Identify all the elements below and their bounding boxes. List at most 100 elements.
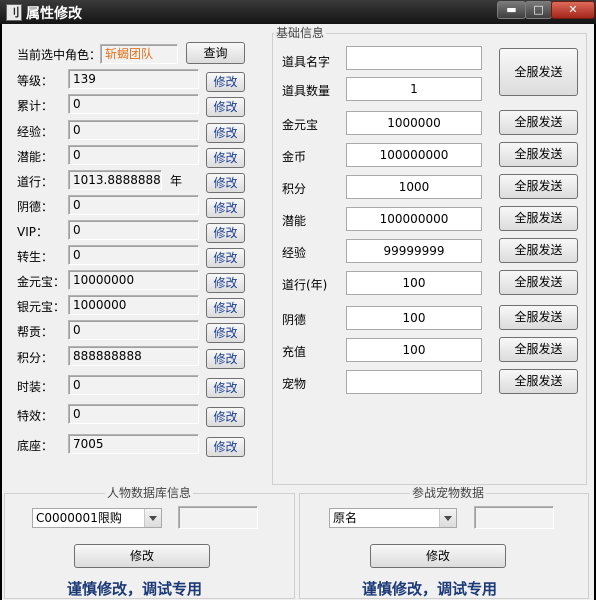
attr-label: 道行： bbox=[17, 175, 54, 189]
pet-db-warning: 谨慎修改，调试专用 bbox=[362, 580, 498, 598]
basic-info-input[interactable] bbox=[346, 370, 482, 394]
app-icon: 刂 bbox=[6, 4, 22, 21]
maximize-button[interactable]: □ bbox=[525, 1, 552, 19]
pet-db-text-field[interactable] bbox=[474, 506, 554, 529]
basic-info-input[interactable]: 99999999 bbox=[346, 239, 482, 263]
attr-modify-button[interactable]: 修改 bbox=[206, 437, 245, 457]
attr-modify-button[interactable]: 修改 bbox=[206, 248, 245, 268]
attr-label: 时装： bbox=[17, 380, 54, 394]
basic-info-input[interactable]: 100 bbox=[346, 306, 482, 330]
send-all-button[interactable]: 全服发送 bbox=[499, 337, 578, 362]
title-bar: 刂 属性修改 ▬ □ ✕ bbox=[0, 0, 596, 24]
attr-modify-button[interactable]: 修改 bbox=[206, 123, 245, 143]
item-name-label: 道具名字 bbox=[282, 55, 331, 69]
attr-modify-button[interactable]: 修改 bbox=[206, 323, 245, 343]
attr-value-field[interactable]: 1013.888888889 bbox=[68, 170, 162, 190]
item-count-input[interactable]: 1 bbox=[346, 77, 482, 101]
attr-value-field[interactable]: 0 bbox=[68, 404, 199, 424]
chevron-down-icon[interactable] bbox=[144, 509, 161, 527]
attr-modify-button[interactable]: 修改 bbox=[206, 148, 245, 168]
attr-value-field[interactable]: 0 bbox=[68, 94, 199, 114]
attr-value-field[interactable]: 0 bbox=[68, 245, 199, 265]
basic-info-label: 金元宝 bbox=[282, 118, 319, 132]
attr-modify-button[interactable]: 修改 bbox=[206, 378, 245, 398]
attr-label: 底座： bbox=[17, 439, 54, 453]
send-all-button[interactable]: 全服发送 bbox=[499, 174, 578, 199]
attr-value-field[interactable]: 0 bbox=[68, 145, 199, 165]
char-db-title: 人物数据库信息 bbox=[105, 486, 194, 500]
basic-info-label: 积分 bbox=[282, 182, 307, 196]
attr-value-field[interactable]: 10000000 bbox=[68, 270, 199, 290]
basic-info-label: 道行(年) bbox=[282, 278, 328, 292]
attr-modify-button[interactable]: 修改 bbox=[206, 273, 245, 293]
attr-label: 帮贡： bbox=[17, 325, 54, 339]
char-db-combo-value: C0000001限购 bbox=[36, 511, 122, 525]
query-button[interactable]: 查询 bbox=[186, 42, 245, 64]
basic-info-input[interactable]: 1000 bbox=[346, 175, 482, 199]
attr-modify-button[interactable]: 修改 bbox=[206, 223, 245, 243]
attr-value-field[interactable]: 7005 bbox=[68, 434, 199, 454]
item-name-input[interactable] bbox=[346, 46, 482, 70]
attr-value-field[interactable]: 0 bbox=[68, 320, 199, 340]
attr-value-field[interactable]: 0 bbox=[68, 375, 199, 395]
send-all-button[interactable]: 全服发送 bbox=[499, 206, 578, 231]
attr-label: 阴德： bbox=[17, 200, 54, 214]
attr-label: 银元宝： bbox=[17, 300, 66, 314]
attr-label: 金元宝： bbox=[17, 275, 66, 289]
attr-value-field[interactable]: 1000000 bbox=[68, 295, 199, 315]
attr-value-field[interactable]: 0 bbox=[68, 220, 199, 240]
window-client: 当前选中角色： 斩蝎团队 查询 等级： 139 修改 累计： 0 修改 经验： 0 修改 潜能： 0… bbox=[2, 24, 594, 600]
attr-label: 累计： bbox=[17, 99, 54, 113]
attr-label: 特效： bbox=[17, 409, 54, 423]
attr-value-field[interactable]: 0 bbox=[68, 120, 199, 140]
item-count-label: 道具数量 bbox=[282, 84, 331, 98]
basic-info-input[interactable]: 100000000 bbox=[346, 143, 482, 167]
chevron-down-icon[interactable] bbox=[439, 509, 456, 527]
basic-info-input[interactable]: 100 bbox=[346, 271, 482, 295]
attr-modify-button[interactable]: 修改 bbox=[206, 97, 245, 117]
attr-value-field[interactable]: 0 bbox=[68, 195, 199, 215]
current-role-field[interactable]: 斩蝎团队 bbox=[100, 44, 178, 64]
attr-label: 积分： bbox=[17, 351, 54, 365]
char-db-text-field[interactable] bbox=[178, 506, 258, 529]
attr-label: 转生： bbox=[17, 250, 54, 264]
send-all-button[interactable]: 全服发送 bbox=[499, 270, 578, 295]
basic-info-title: 基础信息 bbox=[274, 26, 327, 40]
basic-info-label: 阴德 bbox=[282, 313, 307, 327]
window-title: 属性修改 bbox=[26, 6, 82, 22]
basic-info-input[interactable]: 1000000 bbox=[346, 111, 482, 135]
attr-modify-button[interactable]: 修改 bbox=[206, 198, 245, 218]
attr-modify-button[interactable]: 修改 bbox=[206, 298, 245, 318]
attr-value-field[interactable]: 139 bbox=[68, 69, 199, 89]
pet-db-combo[interactable]: 原名 bbox=[329, 508, 457, 528]
send-all-button[interactable]: 全服发送 bbox=[499, 142, 578, 167]
send-all-button[interactable]: 全服发送 bbox=[499, 238, 578, 263]
attr-label: 潜能： bbox=[17, 150, 54, 164]
close-button[interactable]: ✕ bbox=[551, 1, 595, 19]
send-all-button[interactable]: 全服发送 bbox=[499, 369, 578, 394]
send-all-button[interactable]: 全服发送 bbox=[499, 305, 578, 330]
send-all-button[interactable]: 全服发送 bbox=[499, 110, 578, 135]
char-db-modify-button[interactable]: 修改 bbox=[74, 544, 210, 568]
attr-value-field[interactable]: 888888888 bbox=[68, 346, 199, 366]
pet-db-title: 参战宠物数据 bbox=[410, 486, 487, 500]
basic-info-label: 宠物 bbox=[282, 377, 307, 391]
send-all-item-button[interactable]: 全服发送 bbox=[499, 48, 578, 96]
attr-modify-button[interactable]: 修改 bbox=[206, 72, 245, 92]
current-role-label: 当前选中角色： bbox=[17, 48, 102, 62]
basic-info-label: 经验 bbox=[282, 246, 307, 260]
attr-modify-button[interactable]: 修改 bbox=[206, 407, 245, 427]
attr-label: 等级： bbox=[17, 74, 54, 88]
basic-info-label: 潜能 bbox=[282, 214, 307, 228]
attr-modify-button[interactable]: 修改 bbox=[206, 173, 245, 193]
char-db-combo[interactable]: C0000001限购 bbox=[32, 508, 162, 528]
basic-info-input[interactable]: 100000000 bbox=[346, 207, 482, 231]
char-db-warning: 谨慎修改，调试专用 bbox=[67, 580, 203, 598]
basic-info-label: 金币 bbox=[282, 150, 307, 164]
pet-db-combo-value: 原名 bbox=[333, 511, 358, 525]
attr-label: VIP： bbox=[17, 225, 48, 239]
minimize-button[interactable]: ▬ bbox=[497, 1, 526, 19]
basic-info-input[interactable]: 100 bbox=[346, 338, 482, 362]
pet-db-modify-button[interactable]: 修改 bbox=[370, 544, 506, 568]
attr-modify-button[interactable]: 修改 bbox=[206, 349, 245, 369]
